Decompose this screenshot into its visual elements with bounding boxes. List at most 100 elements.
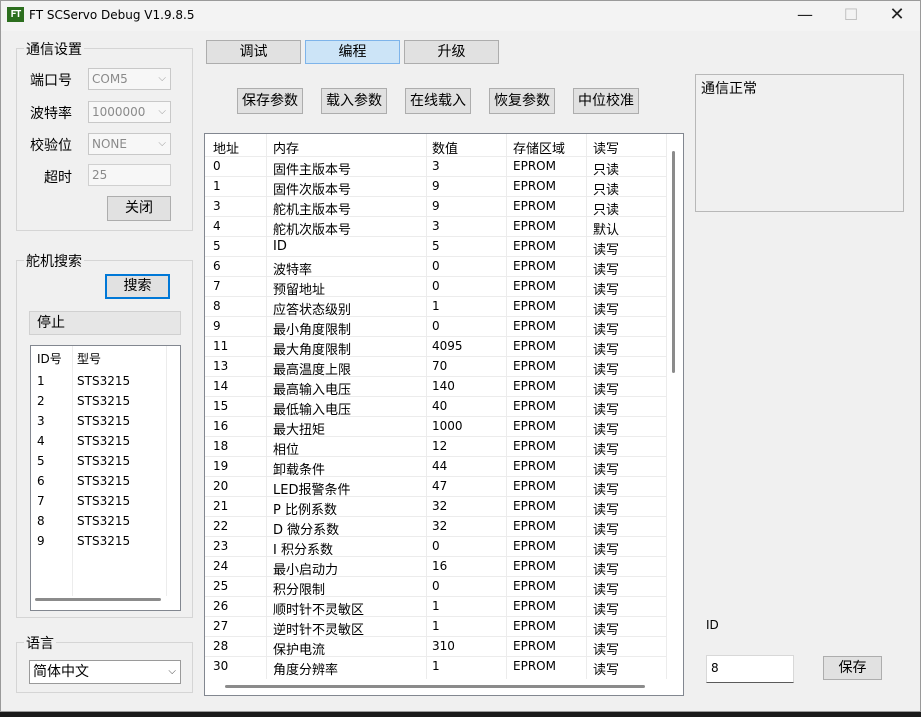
row-storage[interactable]: EPROM [513, 599, 556, 613]
row-address[interactable]: 27 [213, 619, 228, 633]
servo-row-model[interactable]: STS3215 [77, 474, 130, 488]
row-address[interactable]: 1 [213, 179, 221, 193]
parity-select[interactable]: NONE ⌵ [88, 133, 171, 155]
row-address[interactable]: 30 [213, 659, 228, 673]
row-address[interactable]: 9 [213, 319, 221, 333]
timeout-input[interactable]: 25 [88, 164, 171, 186]
row-value[interactable]: 16 [432, 559, 447, 573]
servo-row-model[interactable]: STS3215 [77, 514, 130, 528]
row-address[interactable]: 7 [213, 279, 221, 293]
row-value[interactable]: 12 [432, 439, 447, 453]
row-address[interactable]: 6 [213, 259, 221, 273]
row-storage[interactable]: EPROM [513, 299, 556, 313]
row-storage[interactable]: EPROM [513, 359, 556, 373]
row-address[interactable]: 13 [213, 359, 228, 373]
close-port-button[interactable]: 关闭 [107, 196, 171, 221]
port-select[interactable]: COM5 ⌵ [88, 68, 171, 90]
row-storage[interactable]: EPROM [513, 639, 556, 653]
tab-program[interactable]: 编程 [305, 40, 400, 64]
row-value[interactable]: 9 [432, 179, 440, 193]
row-value[interactable]: 1 [432, 599, 440, 613]
maximize-icon[interactable]: ☐ [828, 1, 874, 31]
row-value[interactable]: 310 [432, 639, 455, 653]
row-storage[interactable]: EPROM [513, 439, 556, 453]
row-address[interactable]: 5 [213, 239, 221, 253]
row-value[interactable]: 1 [432, 659, 440, 673]
row-address[interactable]: 18 [213, 439, 228, 453]
tab-debug[interactable]: 调试 [206, 40, 301, 64]
row-storage[interactable]: EPROM [513, 159, 556, 173]
save-params-button[interactable]: 保存参数 [237, 88, 303, 114]
row-address[interactable]: 16 [213, 419, 228, 433]
row-address[interactable]: 3 [213, 199, 221, 213]
row-storage[interactable]: EPROM [513, 219, 556, 233]
row-value[interactable]: 32 [432, 499, 447, 513]
row-storage[interactable]: EPROM [513, 499, 556, 513]
stop-button[interactable]: 停止 [29, 311, 181, 335]
servo-row-id[interactable]: 5 [37, 454, 45, 468]
minimize-icon[interactable]: — [782, 1, 828, 31]
row-storage[interactable]: EPROM [513, 539, 556, 553]
servo-row-model[interactable]: STS3215 [77, 394, 130, 408]
row-address[interactable]: 26 [213, 599, 228, 613]
row-value[interactable]: 4095 [432, 339, 463, 353]
row-storage[interactable]: EPROM [513, 379, 556, 393]
row-storage[interactable]: EPROM [513, 479, 556, 493]
servo-row-model[interactable]: STS3215 [77, 534, 130, 548]
row-value[interactable]: 1 [432, 619, 440, 633]
row-value[interactable]: 1 [432, 299, 440, 313]
memory-table-vscrollbar[interactable] [672, 151, 675, 373]
row-storage[interactable]: EPROM [513, 259, 556, 273]
row-storage[interactable]: EPROM [513, 179, 556, 193]
row-address[interactable]: 4 [213, 219, 221, 233]
row-storage[interactable]: EPROM [513, 559, 556, 573]
row-memory[interactable]: 角度分辨率 [273, 659, 338, 678]
row-value[interactable]: 9 [432, 199, 440, 213]
servo-list-scrollbar[interactable] [35, 598, 161, 601]
restore-params-button[interactable]: 恢复参数 [489, 88, 555, 114]
row-value[interactable]: 140 [432, 379, 455, 393]
row-value[interactable]: 3 [432, 159, 440, 173]
servo-row-id[interactable]: 3 [37, 414, 45, 428]
row-storage[interactable]: EPROM [513, 279, 556, 293]
row-memory[interactable]: ID [273, 239, 287, 254]
row-value[interactable]: 0 [432, 579, 440, 593]
close-icon[interactable]: ✕ [874, 1, 920, 31]
tab-upgrade[interactable]: 升级 [404, 40, 499, 64]
servo-row-id[interactable]: 4 [37, 434, 45, 448]
row-address[interactable]: 21 [213, 499, 228, 513]
baud-select[interactable]: 1000000 ⌵ [88, 101, 171, 123]
servo-row-id[interactable]: 6 [37, 474, 45, 488]
save-button[interactable]: 保存 [823, 656, 882, 680]
row-storage[interactable]: EPROM [513, 339, 556, 353]
row-address[interactable]: 0 [213, 159, 221, 173]
row-storage[interactable]: EPROM [513, 579, 556, 593]
row-address[interactable]: 24 [213, 559, 228, 573]
servo-row-id[interactable]: 2 [37, 394, 45, 408]
center-calibrate-button[interactable]: 中位校准 [573, 88, 639, 114]
row-value[interactable]: 0 [432, 319, 440, 333]
id-input[interactable]: 8 [706, 655, 794, 683]
row-storage[interactable]: EPROM [513, 199, 556, 213]
row-value[interactable]: 0 [432, 279, 440, 293]
row-storage[interactable]: EPROM [513, 619, 556, 633]
servo-row-model[interactable]: STS3215 [77, 454, 130, 468]
servo-row-id[interactable]: 9 [37, 534, 45, 548]
row-value[interactable]: 1000 [432, 419, 463, 433]
row-storage[interactable]: EPROM [513, 419, 556, 433]
row-address[interactable]: 14 [213, 379, 228, 393]
row-storage[interactable]: EPROM [513, 519, 556, 533]
row-value[interactable]: 47 [432, 479, 447, 493]
servo-row-model[interactable]: STS3215 [77, 414, 130, 428]
row-value[interactable]: 40 [432, 399, 447, 413]
row-value[interactable]: 0 [432, 539, 440, 553]
row-storage[interactable]: EPROM [513, 459, 556, 473]
row-value[interactable]: 44 [432, 459, 447, 473]
row-value[interactable]: 70 [432, 359, 447, 373]
row-storage[interactable]: EPROM [513, 659, 556, 673]
row-rw[interactable]: 读写 [593, 659, 619, 678]
row-storage[interactable]: EPROM [513, 319, 556, 333]
row-value[interactable]: 32 [432, 519, 447, 533]
row-address[interactable]: 20 [213, 479, 228, 493]
row-address[interactable]: 11 [213, 339, 228, 353]
